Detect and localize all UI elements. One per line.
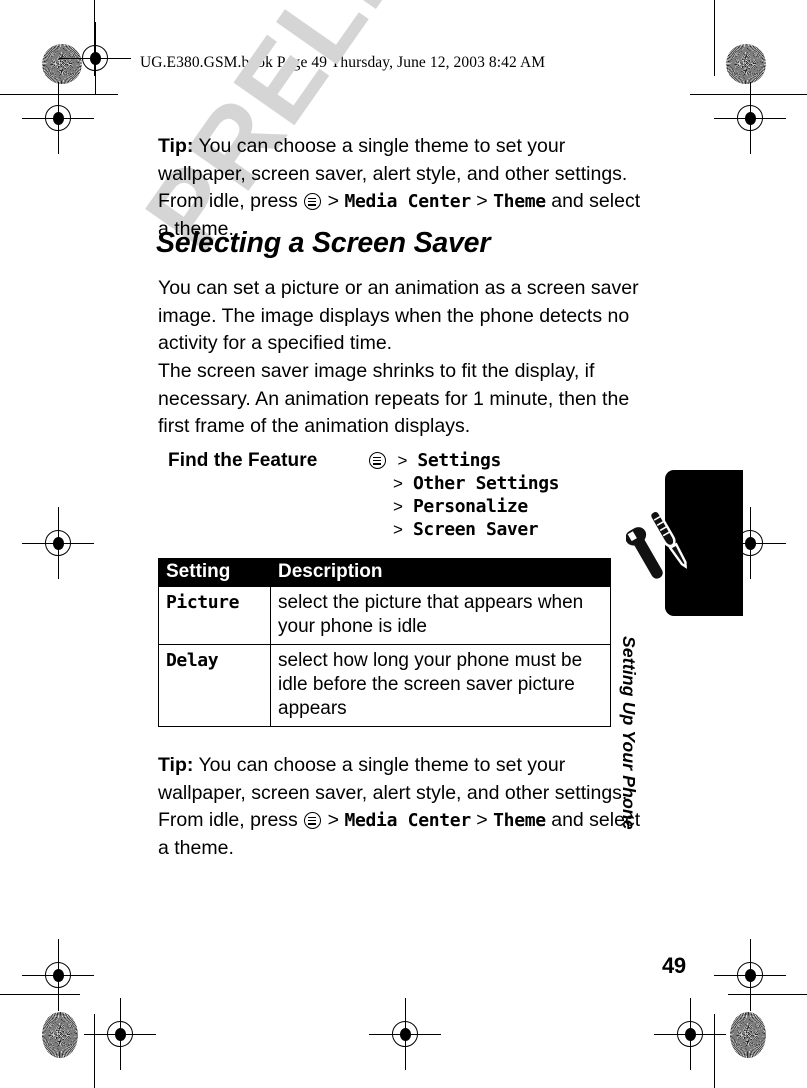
table-header-row: Setting Description	[158, 558, 611, 587]
find-the-feature-step-0: > Settings	[368, 449, 559, 472]
step-label: Personalize	[412, 496, 528, 517]
find-the-feature-step-3: > Screen Saver	[368, 518, 559, 541]
tip-bottom-menu-2: Theme	[493, 810, 546, 831]
wrench-screwdriver-icon	[623, 508, 688, 582]
step-label: Settings	[417, 450, 501, 471]
menu-icon	[304, 812, 322, 829]
menu-icon	[304, 193, 322, 210]
find-the-feature-step-2: > Personalize	[368, 495, 559, 518]
table-header-description: Description	[270, 558, 611, 587]
menu-icon	[369, 452, 386, 469]
tip-bottom-menu-1: Media Center	[344, 810, 471, 831]
step-label: Screen Saver	[412, 519, 539, 540]
table-row: Delay select how long your phone must be…	[158, 644, 611, 727]
find-the-feature-label: Find the Feature	[168, 450, 318, 471]
table-cell-description: select the picture that appears when you…	[270, 586, 611, 645]
page-title: Selecting a Screen Saver	[156, 227, 491, 259]
table-cell-setting: Delay	[158, 644, 271, 727]
table-cell-description: select how long your phone must be idle …	[270, 644, 611, 727]
tip-bottom-sep-1: >	[322, 809, 345, 831]
step-separator: >	[393, 520, 403, 539]
tip-top-sep-2: >	[470, 190, 494, 212]
paragraph-1: You can set a picture or an animation as…	[158, 277, 639, 354]
paragraph-2: The screen saver image shrinks to fit th…	[158, 360, 630, 437]
find-the-feature-step-1: > Other Settings	[368, 472, 559, 495]
find-the-feature-path: > Settings > Other Settings > Personaliz…	[368, 449, 559, 541]
step-label: Other Settings	[412, 473, 560, 494]
tip-top-menu-1: Media Center	[344, 191, 471, 212]
tip-bottom: Tip: You can choose a single theme to se…	[158, 752, 652, 862]
tip-top-sep-1: >	[322, 190, 345, 212]
table-row: Picture select the picture that appears …	[158, 586, 611, 645]
step-separator: >	[393, 474, 403, 493]
tip-top-menu-2: Theme	[493, 191, 546, 212]
tip-bottom-sep-2: >	[470, 809, 494, 831]
step-separator: >	[393, 497, 403, 516]
tip-bottom-label: Tip:	[158, 754, 194, 776]
tip-top-label: Tip:	[158, 135, 194, 157]
page-number: 49	[662, 953, 686, 978]
settings-table: Setting Description Picture select the p…	[158, 558, 611, 727]
step-separator: >	[397, 451, 407, 470]
table-cell-setting: Picture	[158, 586, 271, 645]
chapter-title: Setting Up Your Phone	[619, 636, 639, 830]
table-header-setting: Setting	[158, 558, 271, 587]
